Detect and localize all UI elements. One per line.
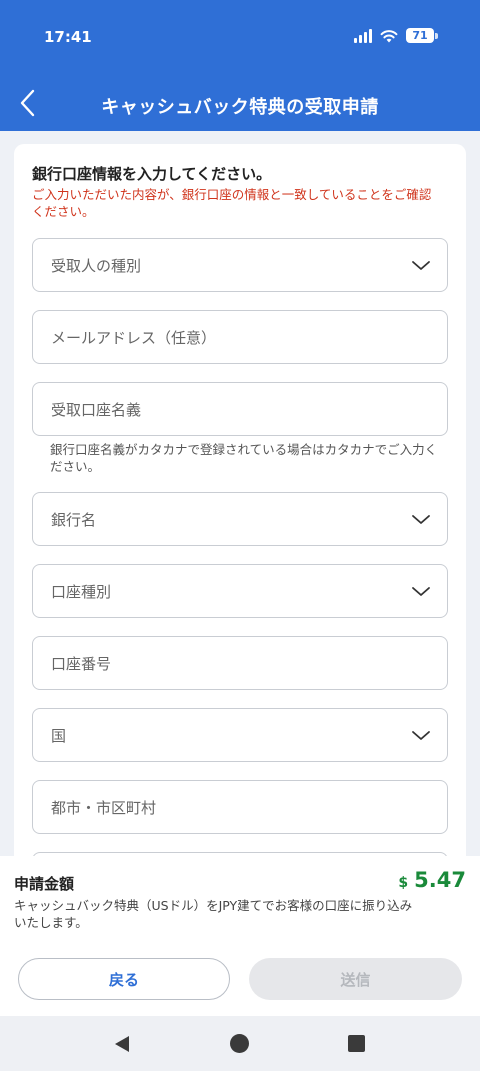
account-name-field[interactable]: 受取口座名義 [32, 382, 448, 436]
bank-form-card: 銀行口座情報を入力してください。 ご入力いただいた内容が、銀行口座の情報と一致し… [14, 144, 466, 884]
nav-back-icon[interactable] [113, 1035, 131, 1053]
battery-level: 71 [406, 28, 434, 43]
email-field[interactable]: メールアドレス（任意） [32, 310, 448, 364]
status-icons: 71 [354, 28, 438, 43]
account-number-placeholder: 口座番号 [51, 654, 112, 673]
country-placeholder: 国 [51, 726, 67, 745]
amount-label: 申請金額 [14, 875, 75, 893]
form-intro: 銀行口座情報を入力してください。 ご入力いただいた内容が、銀行口座の情報と一致し… [32, 164, 442, 220]
amount-number: 5.47 [414, 868, 466, 892]
chevron-down-icon [412, 515, 430, 524]
country-select[interactable]: 国 [32, 708, 448, 762]
chevron-down-icon [412, 731, 430, 740]
amount-value: $ 5.47 [398, 868, 466, 892]
amount-description: キャッシュバック特典（USドル）をJPY建てでお客様の口座に振り込みいたします。 [14, 898, 413, 930]
page-title: キャッシュバック特典の受取申請 [101, 97, 379, 118]
account-name-placeholder: 受取口座名義 [51, 400, 142, 419]
chevron-down-icon [412, 587, 430, 596]
battery-icon: 71 [406, 28, 438, 43]
account-type-select[interactable]: 口座種別 [32, 564, 448, 618]
city-field[interactable]: 都市・市区町村 [32, 780, 448, 834]
form-heading: 銀行口座情報を入力してください。 [32, 165, 272, 183]
form-warning: ご入力いただいた内容が、銀行口座の情報と一致していることをご確認ください。 [32, 187, 432, 219]
nav-recents-icon[interactable] [348, 1035, 365, 1052]
currency-symbol: $ [398, 875, 409, 891]
email-placeholder: メールアドレス（任意） [51, 328, 217, 347]
summary-panel: 申請金額 $ 5.47 キャッシュバック特典（USドル）をJPY建てでお客様の口… [0, 856, 480, 1016]
recipient-type-placeholder: 受取人の種別 [51, 256, 142, 275]
back-button[interactable]: 戻る [18, 958, 230, 1000]
bank-name-select[interactable]: 銀行名 [32, 492, 448, 546]
chevron-down-icon [412, 261, 430, 270]
app-header: 17:41 71 キャッシュバック特典の受取申請 [0, 0, 480, 131]
account-number-field[interactable]: 口座番号 [32, 636, 448, 690]
account-type-placeholder: 口座種別 [51, 582, 112, 601]
system-nav-bar [0, 1016, 480, 1071]
status-time: 17:41 [44, 28, 92, 46]
nav-home-icon[interactable] [230, 1034, 249, 1053]
signal-icon [354, 28, 372, 43]
wifi-icon [380, 29, 398, 42]
account-name-hint: 銀行口座名義がカタカナで登録されている場合はカタカナでご入力ください。 [50, 442, 438, 474]
city-placeholder: 都市・市区町村 [51, 798, 157, 817]
send-button[interactable]: 送信 [249, 958, 462, 1000]
bank-name-placeholder: 銀行名 [51, 510, 97, 529]
recipient-type-select[interactable]: 受取人の種別 [32, 238, 448, 292]
